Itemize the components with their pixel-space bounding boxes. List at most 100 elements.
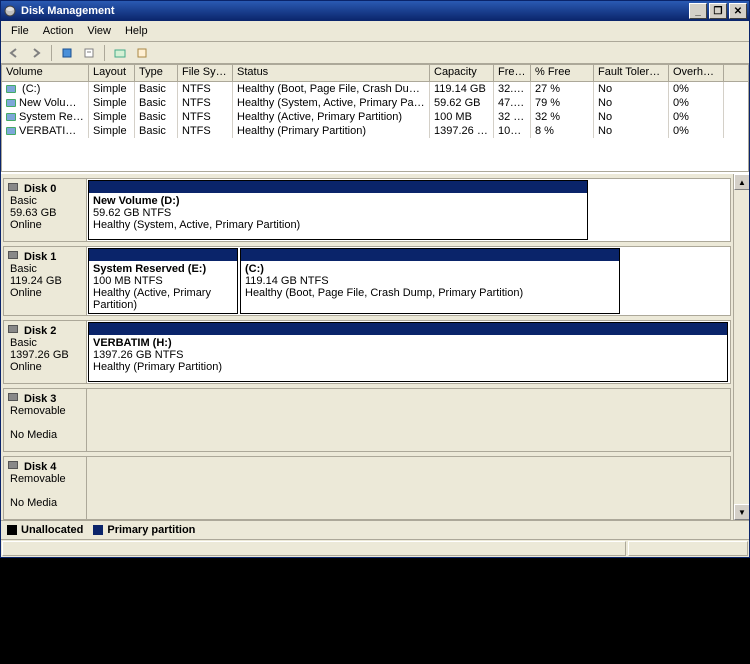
help-button[interactable] xyxy=(133,44,151,62)
partition-sub: 100 MB NTFS xyxy=(93,275,233,287)
volume-capacity: 59.62 GB xyxy=(430,96,494,110)
volume-row[interactable]: System Reserv...SimpleBasicNTFSHealthy (… xyxy=(2,110,748,124)
partition-title: System Reserved (E:) xyxy=(93,263,233,275)
close-button[interactable]: ✕ xyxy=(729,3,747,19)
disk-name: Disk 0 xyxy=(24,183,80,195)
disk-name: Disk 2 xyxy=(24,325,80,337)
volume-capacity: 1397.26 GB xyxy=(430,124,494,138)
scroll-up-button[interactable]: ▲ xyxy=(734,174,749,190)
disk-partitions: VERBATIM (H:)1397.26 GB NTFSHealthy (Pri… xyxy=(87,320,731,384)
volume-layout: Simple xyxy=(89,96,135,110)
disk-info[interactable]: Disk 2Basic1397.26 GBOnline xyxy=(3,320,87,384)
menu-action[interactable]: Action xyxy=(37,23,80,39)
volume-free: 106.2... xyxy=(494,124,531,138)
back-button[interactable] xyxy=(5,44,23,62)
volume-pctfree: 27 % xyxy=(531,82,594,96)
disk-info[interactable]: Disk 1Basic119.24 GBOnline xyxy=(3,246,87,316)
volume-status: Healthy (Primary Partition) xyxy=(233,124,430,138)
disk-management-window: Disk Management _ ❐ ✕ File Action View H… xyxy=(0,0,750,558)
volume-free: 32.76 ... xyxy=(494,82,531,96)
disk-state: Online xyxy=(10,287,80,299)
disk-name: Disk 3 xyxy=(24,393,80,405)
disk-type: Removable xyxy=(10,473,80,485)
volume-fs: NTFS xyxy=(178,110,233,124)
col-pctfree[interactable]: % Free xyxy=(531,65,594,81)
partition[interactable]: System Reserved (E:)100 MB NTFSHealthy (… xyxy=(88,248,238,314)
col-capacity[interactable]: Capacity xyxy=(430,65,494,81)
volume-free: 47.16 ... xyxy=(494,96,531,110)
settings-button[interactable] xyxy=(111,44,129,62)
scroll-down-button[interactable]: ▼ xyxy=(734,504,749,520)
disk-partitions: New Volume (D:)59.62 GB NTFSHealthy (Sys… xyxy=(87,178,731,242)
vertical-scrollbar[interactable]: ▲ ▼ xyxy=(733,174,749,520)
volume-overhead: 0% xyxy=(669,96,724,110)
menu-view[interactable]: View xyxy=(81,23,117,39)
volume-capacity: 100 MB xyxy=(430,110,494,124)
volume-row[interactable]: New Volume (D:)SimpleBasicNTFSHealthy (S… xyxy=(2,96,748,110)
col-volume[interactable]: Volume xyxy=(2,65,89,81)
volume-row[interactable]: VERBATIM (H:)SimpleBasicNTFSHealthy (Pri… xyxy=(2,124,748,138)
disk-icon xyxy=(8,183,18,191)
partition-sub: 119.14 GB NTFS xyxy=(245,275,615,287)
disk-size: 59.63 GB xyxy=(10,207,80,219)
restore-button[interactable]: ❐ xyxy=(709,3,727,19)
partition-sub: 1397.26 GB NTFS xyxy=(93,349,723,361)
titlebar[interactable]: Disk Management _ ❐ ✕ xyxy=(1,1,749,21)
volume-type: Basic xyxy=(135,110,178,124)
volume-free: 32 MB xyxy=(494,110,531,124)
volume-icon xyxy=(6,127,16,135)
disk-row[interactable]: Disk 0Basic59.63 GBOnlineNew Volume (D:)… xyxy=(3,178,731,242)
disk-size: 1397.26 GB xyxy=(10,349,80,361)
menu-help[interactable]: Help xyxy=(119,23,154,39)
partition[interactable]: (C:)119.14 GB NTFSHealthy (Boot, Page Fi… xyxy=(240,248,620,314)
volume-status: Healthy (Boot, Page File, Crash Dump, Pr… xyxy=(233,82,430,96)
col-status[interactable]: Status xyxy=(233,65,430,81)
forward-button[interactable] xyxy=(27,44,45,62)
partition-header xyxy=(241,249,619,261)
col-overhead[interactable]: Overhead xyxy=(669,65,724,81)
volume-capacity: 119.14 GB xyxy=(430,82,494,96)
minimize-button[interactable]: _ xyxy=(689,3,707,19)
volume-ft: No xyxy=(594,110,669,124)
disk-info[interactable]: Disk 3RemovableNo Media xyxy=(3,388,87,452)
menubar: File Action View Help xyxy=(1,21,749,42)
disk-name: Disk 4 xyxy=(24,461,80,473)
volume-row[interactable]: (C:)SimpleBasicNTFSHealthy (Boot, Page F… xyxy=(2,82,748,96)
col-fault-tolerance[interactable]: Fault Tolerance xyxy=(594,65,669,81)
volume-icon xyxy=(6,85,16,93)
disk-state: Online xyxy=(10,219,80,231)
col-layout[interactable]: Layout xyxy=(89,65,135,81)
refresh-button[interactable] xyxy=(58,44,76,62)
app-icon xyxy=(3,4,17,18)
volume-list[interactable]: Volume Layout Type File System Status Ca… xyxy=(1,64,749,172)
volume-name: New Volume (D:) xyxy=(19,97,89,109)
partition-header xyxy=(89,323,727,335)
disk-info[interactable]: Disk 0Basic59.63 GBOnline xyxy=(3,178,87,242)
col-type[interactable]: Type xyxy=(135,65,178,81)
volume-fs: NTFS xyxy=(178,82,233,96)
col-freespace[interactable]: Free S... xyxy=(494,65,531,81)
disk-row[interactable]: Disk 1Basic119.24 GBOnlineSystem Reserve… xyxy=(3,246,731,316)
disk-info[interactable]: Disk 4RemovableNo Media xyxy=(3,456,87,520)
disk-row[interactable]: Disk 4RemovableNo Media xyxy=(3,456,731,520)
disk-icon xyxy=(8,461,18,469)
volume-status: Healthy (Active, Primary Partition) xyxy=(233,110,430,124)
partition-status: Healthy (Active, Primary Partition) xyxy=(93,287,233,311)
disk-partitions: System Reserved (E:)100 MB NTFSHealthy (… xyxy=(87,246,731,316)
disk-type: Basic xyxy=(10,195,80,207)
disk-type: Basic xyxy=(10,337,80,349)
partition-status: Healthy (System, Active, Primary Partiti… xyxy=(93,219,583,231)
menu-file[interactable]: File xyxy=(5,23,35,39)
partition[interactable]: New Volume (D:)59.62 GB NTFSHealthy (Sys… xyxy=(88,180,588,240)
disk-row[interactable]: Disk 2Basic1397.26 GBOnlineVERBATIM (H:)… xyxy=(3,320,731,384)
partition-title: New Volume (D:) xyxy=(93,195,583,207)
disk-row[interactable]: Disk 3RemovableNo Media xyxy=(3,388,731,452)
partition[interactable]: VERBATIM (H:)1397.26 GB NTFSHealthy (Pri… xyxy=(88,322,728,382)
properties-button[interactable] xyxy=(80,44,98,62)
disk-graphical-view[interactable]: Disk 0Basic59.63 GBOnlineNew Volume (D:)… xyxy=(1,174,733,520)
volume-status: Healthy (System, Active, Primary Partiti… xyxy=(233,96,430,110)
volume-icon xyxy=(6,99,16,107)
legend-primary: Primary partition xyxy=(93,524,195,536)
col-filesystem[interactable]: File System xyxy=(178,65,233,81)
volume-ft: No xyxy=(594,82,669,96)
